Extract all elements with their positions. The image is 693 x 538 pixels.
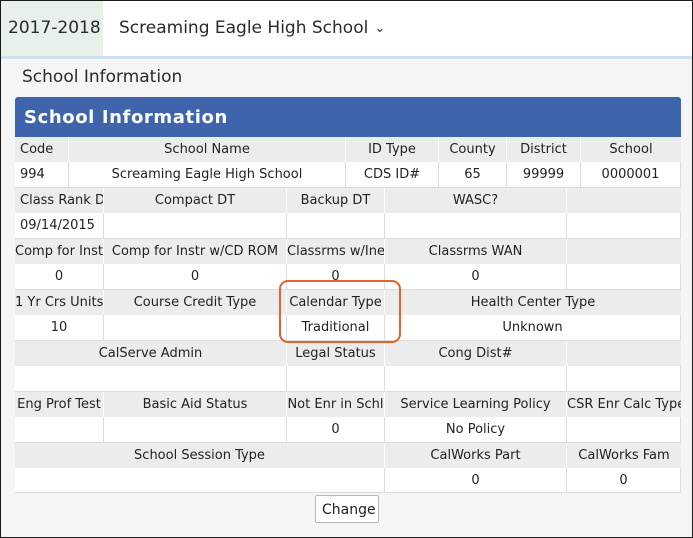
value-compact-dt[interactable] bbox=[104, 213, 287, 239]
year-tab[interactable]: 2017-2018 bbox=[1, 1, 103, 56]
value-calworks-part[interactable]: 0 bbox=[385, 468, 567, 493]
panel-header: School Information bbox=[15, 97, 681, 137]
app-frame: 2017-2018 Screaming Eagle High School ⌄ S… bbox=[0, 0, 693, 538]
header-legal-status: Legal Status bbox=[287, 341, 385, 366]
header-backup-dt: Backup DT bbox=[287, 188, 385, 213]
value-class-rank-dt[interactable]: 09/14/2015 bbox=[15, 213, 104, 239]
header-school-name: School Name bbox=[69, 137, 346, 162]
value-calworks-fam[interactable]: 0 bbox=[567, 468, 681, 493]
chevron-down-icon: ⌄ bbox=[374, 21, 386, 36]
value-school-session-type[interactable] bbox=[15, 468, 385, 493]
value-service-learning-policy[interactable]: No Policy bbox=[385, 417, 567, 443]
header-health-center-type: Health Center Type bbox=[385, 290, 681, 315]
value-blank[interactable] bbox=[567, 213, 681, 239]
header-calworks-fam: CalWorks Fam bbox=[567, 443, 681, 468]
value-classrms-wan[interactable]: 0 bbox=[385, 264, 567, 290]
value-school-name[interactable]: Screaming Eagle High School bbox=[69, 162, 346, 188]
value-district[interactable]: 99999 bbox=[507, 162, 581, 188]
value-cong-dist[interactable] bbox=[385, 366, 567, 392]
year-label: 2017-2018 bbox=[8, 18, 101, 38]
value-health-center-type[interactable]: Unknown bbox=[385, 315, 681, 341]
value-legal-status[interactable] bbox=[287, 366, 385, 392]
change-button[interactable]: Change bbox=[315, 495, 379, 523]
value-wasc[interactable] bbox=[385, 213, 567, 239]
header-id-type: ID Type bbox=[346, 137, 439, 162]
page-title: School Information bbox=[22, 67, 183, 87]
panel-title: School Information bbox=[24, 107, 228, 128]
value-1yr-crs-units[interactable]: 10 bbox=[15, 315, 104, 341]
header-comp-for-instr-cd-rom: Comp for Instr w/CD ROM bbox=[104, 239, 287, 264]
header-classrms-inet: Classrms w/Inet bbox=[287, 239, 385, 264]
value-county[interactable]: 65 bbox=[439, 162, 507, 188]
value-school[interactable]: 0000001 bbox=[581, 162, 681, 188]
header-classrms-wan: Classrms WAN bbox=[385, 239, 567, 264]
header-1yr-crs-units: 1 Yr Crs Units bbox=[15, 290, 104, 315]
value-id-type[interactable]: CDS ID# bbox=[346, 162, 439, 188]
header-eng-prof-test: Eng Prof Test bbox=[15, 392, 104, 417]
header-cong-dist: Cong Dist# bbox=[385, 341, 567, 366]
header-district: District bbox=[507, 137, 581, 162]
header-basic-aid-status: Basic Aid Status bbox=[104, 392, 287, 417]
header-school-session-type: School Session Type bbox=[15, 443, 385, 468]
value-course-credit-type[interactable] bbox=[104, 315, 287, 341]
value-calserve-admin[interactable] bbox=[15, 366, 287, 392]
header-csr-enr-calc-type: CSR Enr Calc Type bbox=[567, 392, 681, 417]
header-calworks-part: CalWorks Part bbox=[385, 443, 567, 468]
value-blank[interactable] bbox=[567, 264, 681, 290]
calendar-type-highlight bbox=[279, 280, 401, 343]
header-blank bbox=[567, 188, 681, 213]
header-calserve-admin: CalServe Admin bbox=[15, 341, 287, 366]
school-selector-label: Screaming Eagle High School bbox=[119, 18, 369, 38]
value-csr-enr-calc-type[interactable] bbox=[567, 417, 681, 443]
header-not-enr-in-schl: Not Enr in Schl bbox=[287, 392, 385, 417]
value-code[interactable]: 994 bbox=[15, 162, 69, 188]
header-county: County bbox=[439, 137, 507, 162]
header-code: Code bbox=[15, 137, 69, 162]
value-comp-for-instr[interactable]: 0 bbox=[15, 264, 104, 290]
header-wasc: WASC? bbox=[385, 188, 567, 213]
header-course-credit-type: Course Credit Type bbox=[104, 290, 287, 315]
header-class-rank-dt: Class Rank DT bbox=[15, 188, 104, 213]
school-selector[interactable]: Screaming Eagle High School ⌄ bbox=[119, 18, 385, 38]
header-blank bbox=[567, 239, 681, 264]
header-comp-for-instr: Comp for Instr bbox=[15, 239, 104, 264]
value-blank[interactable] bbox=[567, 366, 681, 392]
header-school: School bbox=[581, 137, 681, 162]
value-basic-aid-status[interactable] bbox=[104, 417, 287, 443]
value-eng-prof-test[interactable] bbox=[15, 417, 104, 443]
header-compact-dt: Compact DT bbox=[104, 188, 287, 213]
header-blank bbox=[567, 341, 681, 366]
top-bar: 2017-2018 Screaming Eagle High School ⌄ bbox=[1, 1, 692, 59]
header-service-learning-policy: Service Learning Policy bbox=[385, 392, 567, 417]
value-not-enr-in-schl[interactable]: 0 bbox=[287, 417, 385, 443]
value-backup-dt[interactable] bbox=[287, 213, 385, 239]
value-comp-for-instr-cd-rom[interactable]: 0 bbox=[104, 264, 287, 290]
